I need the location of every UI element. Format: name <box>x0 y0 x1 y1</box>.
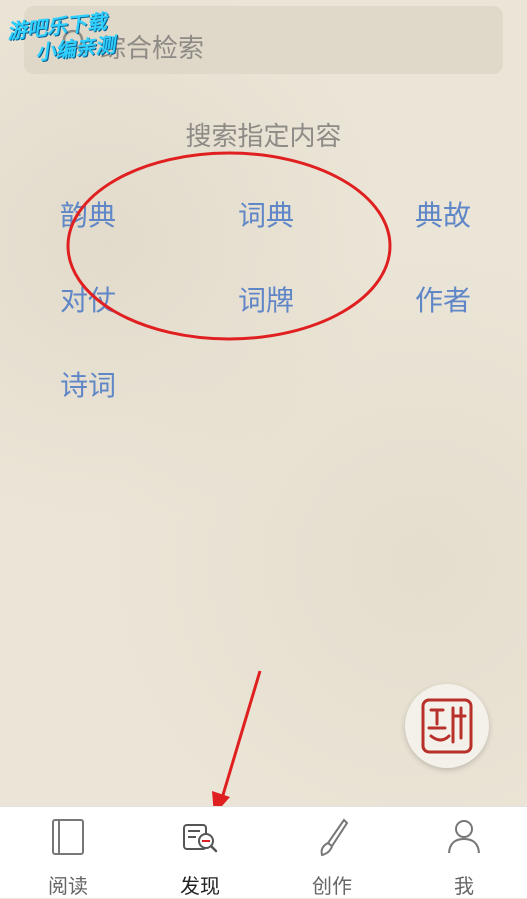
annotation-arrow <box>212 670 262 815</box>
seal-button[interactable] <box>405 684 489 768</box>
user-icon <box>448 820 480 854</box>
tab-label: 我 <box>454 874 474 898</box>
category-shici[interactable]: 诗词 <box>60 364 116 404</box>
search-placeholder: 综合检索 <box>100 34 205 64</box>
category-diangu[interactable]: 典故 <box>415 194 471 234</box>
book-icon <box>52 819 84 855</box>
seal-stamp-icon <box>421 698 473 754</box>
tab-read[interactable]: 阅读 <box>2 807 134 898</box>
brush-icon <box>320 818 349 857</box>
tab-discover[interactable]: 发现 <box>134 807 266 898</box>
tab-label: 发现 <box>180 874 220 898</box>
tab-me[interactable]: 我 <box>398 807 527 898</box>
tab-create[interactable]: 创作 <box>266 807 398 898</box>
bottom-tab-bar: 阅读 发现 创作 我 <box>0 806 527 898</box>
category-zuozhe[interactable]: 作者 <box>415 279 471 319</box>
tab-label: 阅读 <box>48 874 88 898</box>
discover-icon <box>183 824 218 853</box>
tab-label: 创作 <box>312 874 352 898</box>
annotation-oval <box>66 151 392 341</box>
